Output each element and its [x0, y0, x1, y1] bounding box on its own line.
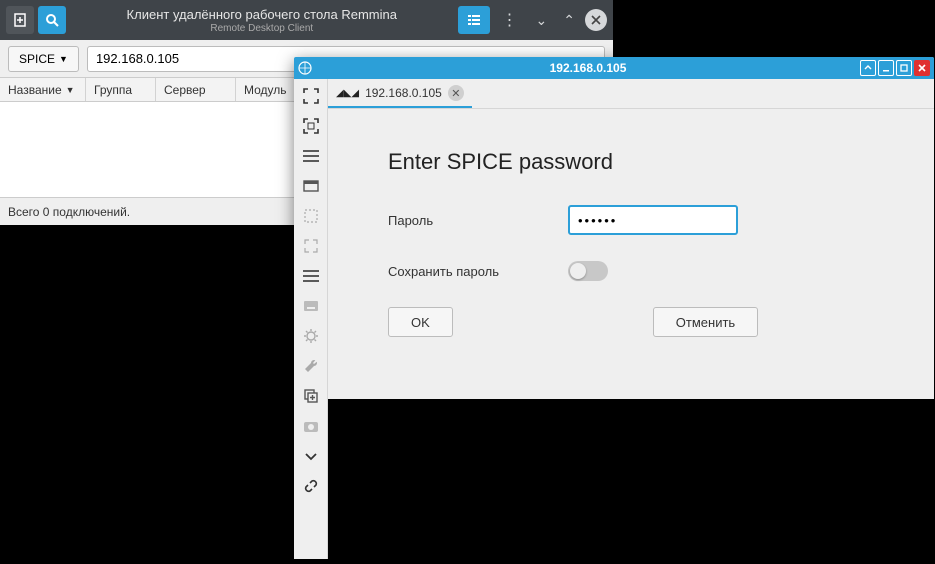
view-mode-button[interactable]: [458, 6, 490, 34]
password-dialog: Enter SPICE password Пароль Сохранить па…: [328, 109, 934, 337]
chevron-down-icon[interactable]: [298, 443, 324, 469]
sort-indicator-icon: ▼: [66, 85, 75, 95]
duplicate-icon[interactable]: [298, 383, 324, 409]
status-text: Всего 0 подключений.: [8, 205, 130, 219]
keyboard-icon: [298, 293, 324, 319]
tab-strip: ◢◣◢ 192.168.0.105 ✕: [328, 79, 934, 109]
column-group[interactable]: Группа: [86, 78, 156, 101]
disconnect-icon[interactable]: [298, 473, 324, 499]
tab-label: 192.168.0.105: [365, 86, 442, 100]
main-title: Клиент удалённого рабочего стола Remmina: [70, 7, 454, 23]
tools-icon: [298, 353, 324, 379]
password-input[interactable]: [568, 205, 738, 235]
menu-button[interactable]: ⋮: [494, 10, 526, 30]
remote-screen-area[interactable]: [328, 399, 934, 559]
main-title-block: Клиент удалённого рабочего стола Remmina…: [70, 5, 454, 35]
protocol-dropdown[interactable]: SPICE ▼: [8, 46, 79, 72]
ok-button[interactable]: OK: [388, 307, 453, 337]
save-password-label: Сохранить пароль: [388, 264, 568, 279]
fullscreen-icon[interactable]: [298, 113, 324, 139]
collapse-up-button[interactable]: ⌃: [557, 12, 581, 29]
maximize-button[interactable]: [896, 60, 912, 76]
menu-icon[interactable]: [298, 143, 324, 169]
tab-connection[interactable]: ◢◣◢ 192.168.0.105 ✕: [328, 80, 472, 108]
save-password-toggle[interactable]: [568, 261, 608, 281]
cancel-button[interactable]: Отменить: [653, 307, 758, 337]
column-name[interactable]: Название ▼: [0, 78, 86, 101]
connection-main: ◢◣◢ 192.168.0.105 ✕ Enter SPICE password…: [328, 79, 934, 559]
collapse-down-button[interactable]: ⌄: [530, 12, 554, 29]
app-icon: [298, 61, 312, 75]
menu-icon-2[interactable]: [298, 263, 324, 289]
fit-window-icon[interactable]: [298, 83, 324, 109]
connection-titlebar[interactable]: 192.168.0.105: [294, 57, 934, 79]
tab-close-button[interactable]: ✕: [448, 85, 464, 101]
connection-body: ◢◣◢ 192.168.0.105 ✕ Enter SPICE password…: [294, 79, 934, 559]
preferences-icon: [298, 323, 324, 349]
main-close-button[interactable]: [585, 9, 607, 31]
column-server[interactable]: Сервер: [156, 78, 236, 101]
password-label: Пароль: [388, 213, 568, 228]
protocol-icon: ◢◣◢: [336, 88, 359, 99]
new-connection-button[interactable]: [6, 6, 34, 34]
dynamic-res-icon: [298, 233, 324, 259]
rollup-button[interactable]: [860, 60, 876, 76]
main-subtitle: Remote Desktop Client: [70, 23, 454, 35]
connection-content: Enter SPICE password Пароль Сохранить па…: [328, 109, 934, 559]
connection-toolbar: [294, 79, 328, 559]
protocol-label: SPICE: [19, 52, 55, 66]
connection-title: 192.168.0.105: [318, 61, 858, 75]
main-titlebar: Клиент удалённого рабочего стола Remmina…: [0, 0, 613, 40]
close-button[interactable]: [914, 60, 930, 76]
dialog-heading: Enter SPICE password: [388, 149, 874, 175]
connection-window: 192.168.0.105 ◢◣◢ 192.1: [294, 57, 934, 559]
scaled-icon: [298, 203, 324, 229]
chevron-down-icon: ▼: [59, 54, 68, 64]
minimize-button[interactable]: [878, 60, 894, 76]
screenshot-icon: [298, 413, 324, 439]
switch-page-icon[interactable]: [298, 173, 324, 199]
search-button[interactable]: [38, 6, 66, 34]
